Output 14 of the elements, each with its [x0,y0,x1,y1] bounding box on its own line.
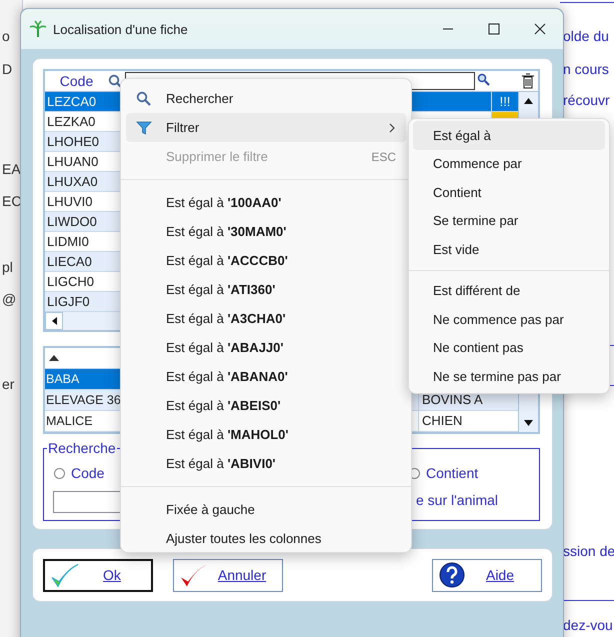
background-text: olde du [563,28,609,44]
background-text: pl [2,259,13,275]
background-text: D [2,61,12,77]
window-title: Localisation d'une fiche [53,22,189,36]
background-text: dez-vou [563,617,613,633]
group-legend: Recherche [47,440,117,456]
background-text: EA [2,161,21,177]
background-text: er [2,376,14,392]
background-text: EC [2,193,22,209]
background-text: o [2,28,10,44]
background-text: récouvr [563,92,610,108]
hint-text: e sur l'animal [416,492,498,508]
background-text: @ [2,291,16,307]
background-text: n cours [563,61,609,77]
